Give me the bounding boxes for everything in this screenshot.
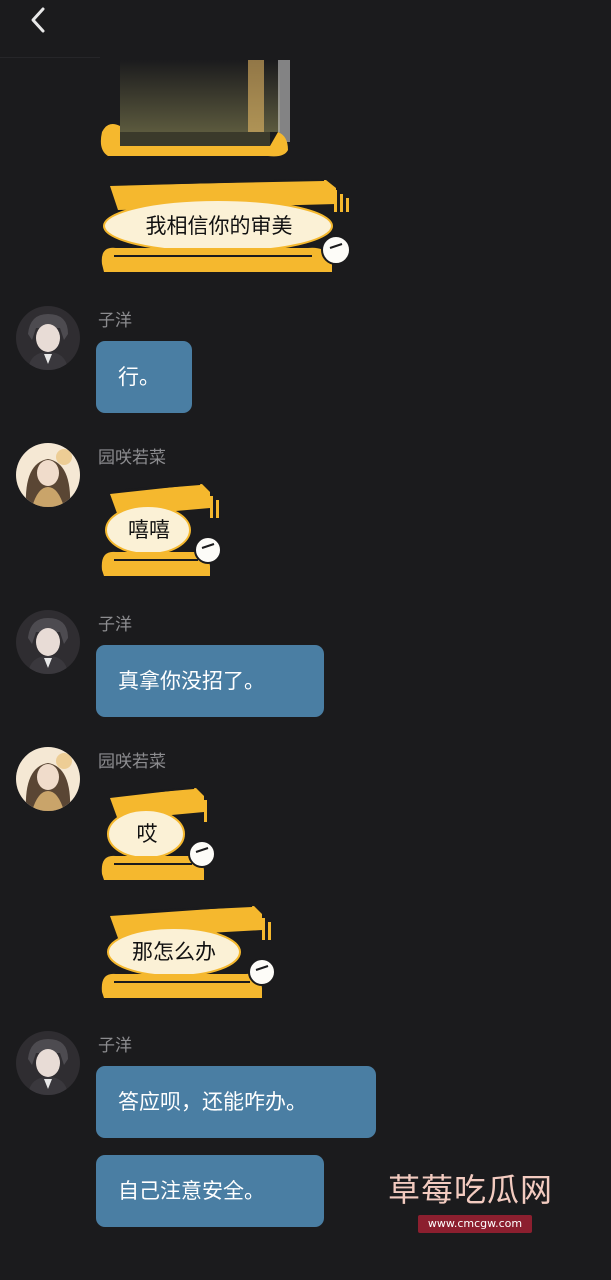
sender-name: 子洋: [98, 1036, 132, 1056]
message-bubble[interactable]: 真拿你没招了。: [96, 645, 324, 717]
chevron-left-icon: [31, 7, 45, 33]
sender-name: 子洋: [98, 311, 132, 331]
avatar[interactable]: [16, 306, 80, 370]
message-bubble[interactable]: 答应呗，还能咋办。: [96, 1066, 376, 1138]
back-button[interactable]: [26, 6, 50, 34]
image-message-fragment[interactable]: [98, 60, 296, 160]
divider: [0, 57, 100, 58]
sender-name: 园咲若菜: [98, 448, 166, 468]
sticker-message[interactable]: 我相信你的审美: [98, 176, 358, 276]
message-bubble[interactable]: 自己注意安全。: [96, 1155, 324, 1227]
avatar[interactable]: [16, 1031, 80, 1095]
sticker-text: 嘻嘻: [128, 518, 170, 542]
sticker-message[interactable]: 哎: [98, 784, 222, 884]
sender-name: 子洋: [98, 615, 132, 635]
sticker-message[interactable]: 那怎么办: [98, 902, 278, 1002]
watermark-title: 草莓吃瓜网: [388, 1171, 554, 1209]
sticker-text: 我相信你的审美: [145, 214, 293, 238]
sticker-message[interactable]: 嘻嘻: [98, 480, 228, 580]
avatar[interactable]: [16, 747, 80, 811]
sender-name: 园咲若菜: [98, 752, 166, 772]
sticker-text: 哎: [136, 822, 158, 846]
avatar[interactable]: [16, 443, 80, 507]
sticker-text: 那怎么办: [132, 940, 216, 964]
message-bubble[interactable]: 行。: [96, 341, 192, 413]
avatar[interactable]: [16, 610, 80, 674]
top-bar: [0, 0, 611, 58]
watermark: 草莓吃瓜网 www.cmcgw.com: [388, 1170, 578, 1240]
watermark-url: www.cmcgw.com: [418, 1215, 532, 1233]
